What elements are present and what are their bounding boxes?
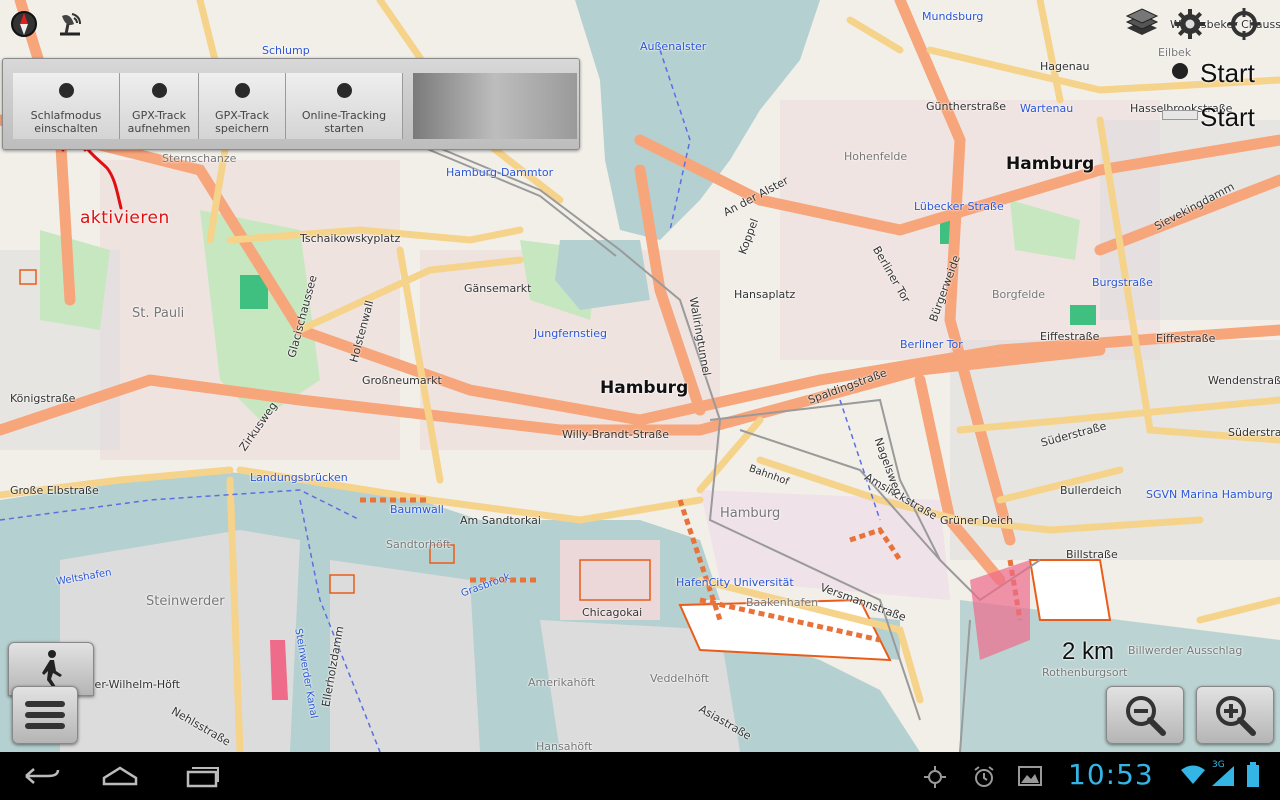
map-label: Eiffestraße — [1040, 330, 1100, 343]
panel-fill — [413, 73, 577, 139]
map-label: Grüner Deich — [940, 514, 1014, 527]
zoom-out-icon — [1126, 696, 1166, 736]
map-label: Sandtorhöft — [386, 538, 451, 551]
map-label: Außenalster — [640, 40, 707, 53]
recent-apps-button[interactable] — [182, 764, 222, 792]
indicator-dot — [234, 83, 250, 98]
clock: 10:53 — [1068, 758, 1154, 791]
online-tracking-button[interactable]: Online-Tracking starten — [286, 73, 403, 139]
map-label: Am Sandtorkai — [460, 514, 541, 527]
map-label: Große Elbstraße — [10, 484, 99, 497]
gps-notification-icon — [924, 766, 946, 792]
map-label: Großneumarkt — [362, 374, 442, 387]
map-label: Eilbek — [1158, 46, 1192, 59]
map-label: Eiffestraße — [1156, 332, 1216, 345]
home-button[interactable] — [100, 764, 140, 792]
button-label: GPX-Track aufnehmen — [127, 109, 191, 135]
gps-status-icon[interactable] — [52, 6, 88, 42]
start-label: Start — [1200, 58, 1255, 88]
system-navigation-bar: 10:53 3G — [0, 752, 1280, 800]
layers-icon[interactable] — [1124, 6, 1160, 42]
gpx-save-button[interactable]: GPX-Track speichern — [199, 73, 286, 139]
map-label: Willy-Brandt-Straße — [562, 428, 669, 441]
map-label: Steinwerder — [146, 594, 225, 609]
map-label: Landungsbrücken — [250, 471, 348, 484]
map-label: St. Pauli — [132, 306, 185, 321]
scale-bar-ruler — [1162, 110, 1198, 120]
gpx-record-button[interactable]: GPX-Track aufnehmen — [120, 73, 199, 139]
map-label: Wendenstraße — [1208, 374, 1280, 387]
map-label: Hohenfelde — [844, 150, 908, 163]
home-icon — [102, 766, 138, 786]
button-label: Schlafmodus einschalten — [30, 109, 102, 135]
zoom-in-icon — [1216, 696, 1256, 736]
map-label: Lübecker Straße — [914, 200, 1004, 213]
map-label: Tschaikowskyplatz — [300, 232, 401, 245]
map-label: Amerikahöft — [528, 676, 596, 689]
map-label: Veddelhöft — [650, 672, 709, 685]
crosshair-icon[interactable] — [1226, 6, 1262, 42]
scale-label: 2 km — [1062, 638, 1115, 665]
alarm-icon — [972, 765, 996, 793]
network-type: 3G — [1212, 760, 1225, 770]
map-label: Baakenhafen — [746, 596, 819, 609]
wifi-icon — [1180, 764, 1206, 790]
map-label: Hamburg — [720, 506, 781, 521]
zoom-in-button[interactable] — [1196, 686, 1274, 744]
recent-apps-icon — [186, 767, 219, 788]
map-label: Berliner Tor — [900, 338, 963, 351]
annotation-text: aktivieren — [80, 208, 170, 228]
image-notification-icon — [1018, 766, 1042, 790]
battery-icon — [1246, 762, 1260, 792]
map-label: Hagenau — [1040, 60, 1090, 73]
map-label: Königstraße — [10, 392, 76, 405]
map-label: Borgfelde — [992, 288, 1046, 301]
map-label: Baumwall — [390, 503, 444, 516]
map-label: Süderstraße — [1228, 426, 1280, 439]
mobile-signal-icon: 3G — [1210, 760, 1236, 790]
map-label: Mundsburg — [922, 10, 984, 23]
map-label: Bullerdeich — [1060, 484, 1122, 497]
map-label: Schlump — [262, 44, 310, 57]
map-label: Gänsemarkt — [464, 282, 532, 295]
start-label: Start — [1200, 102, 1255, 132]
map-label: Chicagokai — [582, 606, 643, 619]
menu-button[interactable] — [12, 686, 78, 744]
walking-person-icon — [42, 650, 62, 688]
back-icon — [25, 768, 60, 784]
map-label: Sternschanze — [162, 152, 237, 165]
zoom-out-button[interactable] — [1106, 686, 1184, 744]
map-label: Hansaplatz — [734, 288, 796, 301]
start-marker — [1172, 63, 1188, 79]
map-label: Hamburg-Dammtor — [446, 166, 554, 179]
gear-icon[interactable] — [1172, 6, 1208, 42]
map-label: Jungfernstieg — [534, 327, 607, 340]
map-label: Burgstraße — [1092, 276, 1153, 289]
indicator-dot — [151, 83, 167, 98]
map-label: HafenCity Universität — [676, 576, 794, 589]
map-label: Wartenau — [1020, 102, 1074, 115]
map-label: Billstraße — [1066, 548, 1118, 561]
button-label: GPX-Track speichern — [215, 109, 269, 135]
back-button[interactable] — [22, 764, 62, 792]
map-label: SGVN Marina Hamburg — [1146, 488, 1273, 501]
sleep-mode-button[interactable]: Schlafmodus einschalten — [13, 73, 120, 139]
indicator-dot — [58, 83, 74, 98]
map-label: Hamburg — [600, 378, 689, 398]
map-label: Hansahöft — [536, 740, 593, 752]
compass-icon[interactable] — [6, 6, 42, 42]
indicator-dot — [336, 83, 352, 98]
map-label: Hamburg — [1006, 154, 1095, 174]
menu-icon — [25, 701, 65, 729]
map-label: Billwerder Ausschlag — [1128, 644, 1243, 657]
button-label: Online-Tracking starten — [301, 109, 387, 135]
map-view[interactable]: Schlump Außenalster Mundsburg Eilbek Wan… — [0, 0, 1280, 752]
quick-action-panel: Schlafmodus einschalten GPX-Track aufneh… — [2, 58, 580, 150]
map-label: Rothenburgsort — [1042, 666, 1128, 679]
map-label: Güntherstraße — [926, 100, 1007, 113]
